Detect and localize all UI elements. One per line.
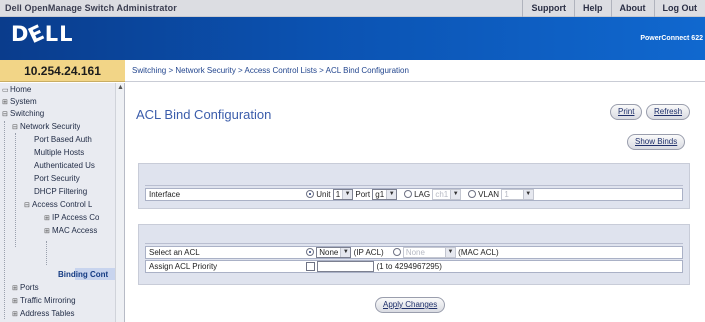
- interface-panel: Interface Unit 1 ▼ Port g1 ▼ LAG ch1 ▼ VLAN…: [138, 163, 690, 209]
- sidebar-item-multiple-hosts[interactable]: Multiple Hosts: [34, 147, 84, 159]
- unit-radio[interactable]: [306, 190, 314, 198]
- tree-guide: [46, 241, 47, 265]
- chevron-down-icon: ▼: [342, 190, 353, 200]
- logout-link[interactable]: Log Out: [653, 0, 705, 17]
- expand-icon[interactable]: ⊞: [12, 283, 20, 294]
- interface-label: Interface: [149, 190, 181, 199]
- unit-select[interactable]: 1 ▼: [332, 189, 354, 201]
- collapse-icon[interactable]: ⊟: [24, 200, 32, 211]
- priority-input[interactable]: [317, 261, 375, 273]
- priority-controls: (1 to 4294967295): [306, 261, 442, 273]
- show-binds-button[interactable]: Show Binds: [627, 134, 686, 150]
- main-content: ACL Bind Configuration Print Refresh Sho…: [125, 83, 705, 322]
- acl-controls: None ▼ (IP ACL) None ▼ (MAC ACL): [306, 247, 499, 259]
- collapse-icon[interactable]: ⊟: [12, 122, 20, 133]
- panel-divider: [145, 243, 683, 244]
- expand-icon[interactable]: ⊞: [44, 213, 52, 224]
- product-model: PowerConnect 622: [640, 35, 703, 42]
- apply-changes-button[interactable]: Apply Changes: [375, 297, 446, 313]
- tree-guide: [15, 133, 16, 247]
- sidebar-item-traffic-mirroring[interactable]: ⊞ Traffic Mirroring: [12, 295, 76, 307]
- chevron-down-icon: ▼: [340, 248, 351, 258]
- sidebar-item-ip-access-control[interactable]: ⊞ IP Access Co: [44, 212, 99, 224]
- priority-range-hint: (1 to 4294967295): [376, 262, 442, 271]
- tree-guide: [4, 121, 5, 319]
- unit-label: Unit: [316, 190, 331, 199]
- refresh-button[interactable]: Refresh: [646, 104, 691, 120]
- interface-row: Interface Unit 1 ▼ Port g1 ▼ LAG ch1 ▼ VLAN…: [145, 188, 683, 201]
- about-link[interactable]: About: [610, 0, 654, 17]
- ip-acl-select[interactable]: None ▼: [316, 247, 352, 259]
- app-title: Dell OpenManage Switch Administrator: [5, 3, 177, 13]
- collapse-icon[interactable]: ⊟: [2, 109, 10, 120]
- chevron-down-icon: ▼: [522, 190, 533, 200]
- port-select[interactable]: g1 ▼: [372, 189, 398, 201]
- page-title: ACL Bind Configuration: [136, 107, 272, 122]
- help-link[interactable]: Help: [573, 0, 611, 17]
- acl-priority-label: Assign ACL Priority: [149, 262, 218, 271]
- sidebar-item-binding-config[interactable]: Binding Cont: [58, 269, 108, 281]
- expand-icon[interactable]: ⊞: [12, 296, 20, 307]
- sidebar-tree: ▭Home ⊞ System ⊟ Switching ⊟ Network Securi…: [0, 83, 125, 322]
- brand-bar: DELL PowerConnect 622: [0, 17, 705, 60]
- expand-icon[interactable]: ⊞: [12, 309, 20, 320]
- sidebar-item-dhcp-filtering[interactable]: DHCP Filtering: [34, 186, 87, 198]
- port-label: Port: [355, 190, 371, 199]
- scroll-up-icon[interactable]: ▲: [117, 84, 124, 91]
- mac-acl-radio[interactable]: [392, 248, 401, 256]
- print-button[interactable]: Print: [610, 104, 643, 120]
- sidebar-item-port-based-auth[interactable]: Port Based Auth: [34, 134, 92, 146]
- breadcrumb: Switching > Network Security > Access Co…: [125, 60, 705, 82]
- mac-acl-select[interactable]: None ▼: [402, 247, 456, 259]
- sidebar-item-address-tables[interactable]: ⊞ Address Tables: [12, 308, 75, 320]
- lag-radio[interactable]: [403, 190, 412, 198]
- expand-icon[interactable]: ⊞: [2, 97, 10, 108]
- chevron-down-icon: ▼: [450, 190, 461, 200]
- lag-select[interactable]: ch1 ▼: [432, 189, 462, 201]
- mac-acl-label: (MAC ACL): [458, 248, 499, 257]
- sidebar-item-switching[interactable]: ⊟ Switching: [2, 108, 44, 120]
- select-acl-label: Select an ACL: [149, 248, 200, 257]
- acl-panel: Select an ACL None ▼ (IP ACL) None ▼ (MAC …: [138, 224, 690, 285]
- lag-label: LAG: [414, 190, 431, 199]
- sidebar-item-home[interactable]: ▭Home: [2, 84, 31, 96]
- vlan-label: VLAN: [478, 190, 500, 199]
- dell-logo: DELL: [11, 19, 74, 49]
- top-bar: Dell OpenManage Switch Administrator Sup…: [0, 0, 705, 17]
- acl-priority-row: Assign ACL Priority (1 to 4294967295): [145, 260, 683, 273]
- sidebar-item-authenticated-users[interactable]: Authenticated Us: [34, 160, 95, 172]
- home-icon: ▭: [2, 87, 9, 94]
- sidebar-item-system[interactable]: ⊞ System: [2, 96, 37, 108]
- top-nav: Support Help About Log Out: [522, 0, 705, 17]
- vlan-radio[interactable]: [467, 190, 476, 198]
- sidebar-item-ports[interactable]: ⊞ Ports: [12, 282, 39, 294]
- ip-address: 10.254.24.161: [0, 60, 125, 82]
- sidebar-scrollbar[interactable]: ▲: [115, 83, 124, 322]
- sidebar-item-network-security[interactable]: ⊟ Network Security: [12, 121, 80, 133]
- support-link[interactable]: Support: [522, 0, 574, 17]
- vlan-select[interactable]: 1 ▼: [501, 189, 534, 201]
- panel-divider: [145, 185, 683, 186]
- select-acl-row: Select an ACL None ▼ (IP ACL) None ▼ (MAC …: [145, 246, 683, 259]
- priority-checkbox[interactable]: [306, 262, 315, 272]
- sidebar-item-access-control-lists[interactable]: ⊟ Access Control L: [24, 199, 92, 211]
- ip-acl-radio[interactable]: [306, 248, 314, 256]
- chevron-down-icon: ▼: [386, 190, 397, 200]
- chevron-down-icon: ▼: [444, 248, 455, 258]
- sidebar-item-mac-access[interactable]: ⊞ MAC Access: [44, 225, 97, 237]
- sidebar-item-port-security[interactable]: Port Security: [34, 173, 80, 185]
- ip-acl-label: (IP ACL): [353, 248, 384, 257]
- interface-controls: Unit 1 ▼ Port g1 ▼ LAG ch1 ▼ VLAN 1 ▼: [306, 189, 534, 201]
- expand-icon[interactable]: ⊞: [44, 226, 52, 237]
